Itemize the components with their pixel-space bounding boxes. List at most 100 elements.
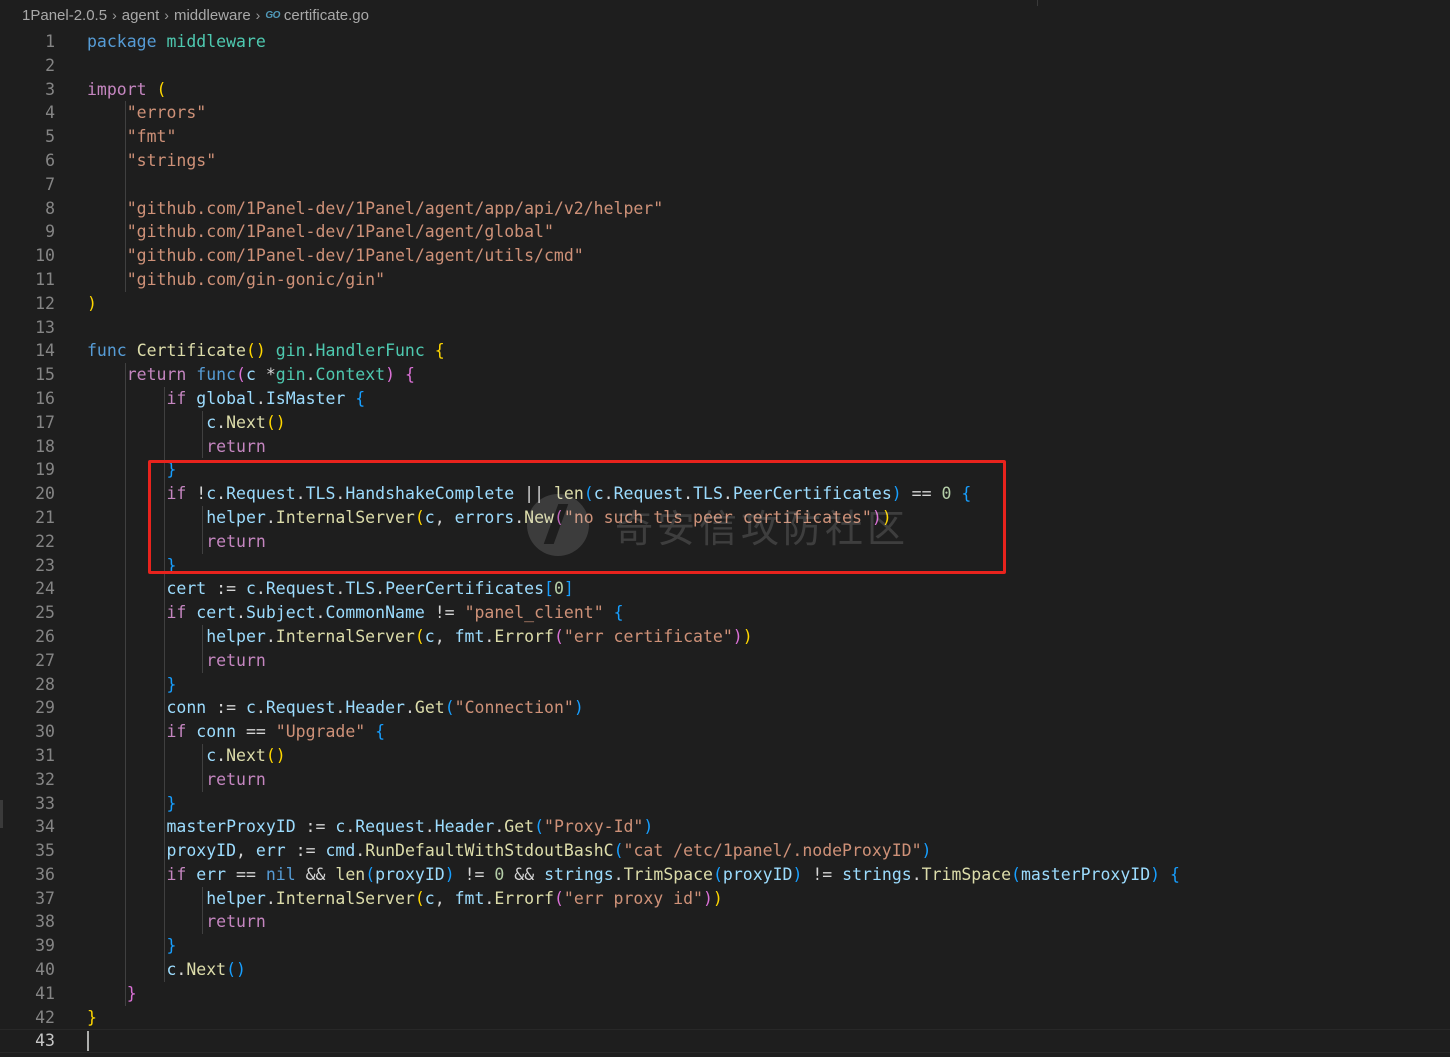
- code-line[interactable]: 24 cert := c.Request.TLS.PeerCertificate…: [0, 577, 1450, 601]
- line-number[interactable]: 41: [0, 982, 55, 1006]
- code-line[interactable]: 9 "github.com/1Panel-dev/1Panel/agent/gl…: [0, 220, 1450, 244]
- code-line[interactable]: 3 import (: [0, 78, 1450, 102]
- code-line[interactable]: 12): [0, 292, 1450, 316]
- code-line[interactable]: 34 masterProxyID := c.Request.Header.Get…: [0, 815, 1450, 839]
- line-number[interactable]: 43: [0, 1029, 55, 1053]
- line-number[interactable]: 8: [0, 197, 55, 221]
- code-line[interactable]: 36 if err == nil && len(proxyID) != 0 &&…: [0, 863, 1450, 887]
- code-line[interactable]: 39 }: [0, 934, 1450, 958]
- code-line[interactable]: 32 return: [0, 768, 1450, 792]
- code-line[interactable]: 33 }: [0, 792, 1450, 816]
- code-line[interactable]: 38 return: [0, 910, 1450, 934]
- code-line[interactable]: 19 }: [0, 458, 1450, 482]
- code-line[interactable]: 23 }: [0, 554, 1450, 578]
- line-number[interactable]: 36: [0, 863, 55, 887]
- code-line[interactable]: 30 if conn == "Upgrade" {: [0, 720, 1450, 744]
- line-number[interactable]: 21: [0, 506, 55, 530]
- code-line[interactable]: 35 proxyID, err := cmd.RunDefaultWithStd…: [0, 839, 1450, 863]
- code-line[interactable]: 8 "github.com/1Panel-dev/1Panel/agent/ap…: [0, 197, 1450, 221]
- code-editor[interactable]: 1Panel-2.0.5 › agent › middleware › GO c…: [0, 0, 1450, 1057]
- code-token: errors: [454, 507, 515, 527]
- code-token: Certificate: [136, 341, 246, 361]
- code-line[interactable]: 26 helper.InternalServer(c, fmt.Errorf("…: [0, 625, 1450, 649]
- line-number[interactable]: 19: [0, 458, 55, 482]
- line-number[interactable]: 20: [0, 482, 55, 506]
- line-number[interactable]: 11: [0, 268, 55, 292]
- code-line[interactable]: 29 conn := c.Request.Header.Get("Connect…: [0, 696, 1450, 720]
- code-line[interactable]: 14 func Certificate() gin.HandlerFunc {: [0, 339, 1450, 363]
- code-line[interactable]: 1 package middleware: [0, 30, 1450, 54]
- line-number[interactable]: 25: [0, 601, 55, 625]
- code-line[interactable]: 20 if !c.Request.TLS.HandshakeComplete |…: [0, 482, 1450, 506]
- line-number[interactable]: 7: [0, 173, 55, 197]
- code-line[interactable]: 5 "fmt": [0, 125, 1450, 149]
- code-line[interactable]: 7: [0, 173, 1450, 197]
- code-line[interactable]: 40 c.Next(): [0, 958, 1450, 982]
- line-number[interactable]: 15: [0, 363, 55, 387]
- code-line[interactable]: 6 "strings": [0, 149, 1450, 173]
- code-token: ==: [901, 484, 942, 504]
- line-number[interactable]: 17: [0, 411, 55, 435]
- line-number[interactable]: 42: [0, 1006, 55, 1030]
- code-line[interactable]: 2: [0, 54, 1450, 78]
- code-line[interactable]: 4 "errors": [0, 101, 1450, 125]
- line-number[interactable]: 32: [0, 768, 55, 792]
- line-number[interactable]: 23: [0, 554, 55, 578]
- code-line[interactable]: 43: [0, 1029, 1450, 1054]
- code-line[interactable]: 25 if cert.Subject.CommonName != "panel_…: [0, 601, 1450, 625]
- line-number[interactable]: 4: [0, 101, 55, 125]
- code-line[interactable]: 37 helper.InternalServer(c, fmt.Errorf("…: [0, 887, 1450, 911]
- code-line[interactable]: 28 }: [0, 673, 1450, 697]
- line-number[interactable]: 10: [0, 244, 55, 268]
- code-line[interactable]: 11 "github.com/gin-gonic/gin": [0, 268, 1450, 292]
- line-number[interactable]: 29: [0, 696, 55, 720]
- line-number[interactable]: 16: [0, 387, 55, 411]
- code-line[interactable]: 18 return: [0, 435, 1450, 459]
- code-line[interactable]: 22 return: [0, 530, 1450, 554]
- breadcrumb-root[interactable]: 1Panel-2.0.5: [22, 7, 107, 24]
- line-number[interactable]: 40: [0, 958, 55, 982]
- code-line[interactable]: 15 return func(c *gin.Context) {: [0, 363, 1450, 387]
- line-number[interactable]: 34: [0, 815, 55, 839]
- line-number[interactable]: 2: [0, 54, 55, 78]
- line-number[interactable]: 1: [0, 30, 55, 54]
- breadcrumb-folder-middleware[interactable]: middleware: [174, 7, 251, 24]
- line-number[interactable]: 38: [0, 910, 55, 934]
- breadcrumb-folder-agent[interactable]: agent: [122, 7, 160, 24]
- line-content: if err == nil && len(proxyID) != 0 && st…: [87, 863, 1179, 887]
- line-number[interactable]: 37: [0, 887, 55, 911]
- line-number[interactable]: 18: [0, 435, 55, 459]
- line-number[interactable]: 24: [0, 577, 55, 601]
- line-number[interactable]: 35: [0, 839, 55, 863]
- line-number[interactable]: 3: [0, 78, 55, 102]
- line-number[interactable]: 12: [0, 292, 55, 316]
- chevron-right-icon: ›: [164, 7, 169, 23]
- code-line[interactable]: 16 if global.IsMaster {: [0, 387, 1450, 411]
- line-number[interactable]: 27: [0, 649, 55, 673]
- code-line[interactable]: 17 c.Next(): [0, 411, 1450, 435]
- code-token: .: [216, 745, 227, 765]
- code-area[interactable]: 1 package middleware 2 3 import (4 "errors" 5…: [0, 30, 1450, 1054]
- line-number[interactable]: 6: [0, 149, 55, 173]
- code-token: "err proxy id": [563, 888, 703, 908]
- line-number[interactable]: 39: [0, 934, 55, 958]
- line-number[interactable]: 22: [0, 530, 55, 554]
- line-number[interactable]: 33: [0, 792, 55, 816]
- code-line[interactable]: 13: [0, 316, 1450, 340]
- line-number[interactable]: 14: [0, 339, 55, 363]
- line-number[interactable]: 31: [0, 744, 55, 768]
- code-token: [: [544, 579, 554, 599]
- code-line[interactable]: 31 c.Next(): [0, 744, 1450, 768]
- code-line[interactable]: 21 helper.InternalServer(c, errors.New("…: [0, 506, 1450, 530]
- line-number[interactable]: 13: [0, 316, 55, 340]
- code-line[interactable]: 42}: [0, 1006, 1450, 1030]
- line-number[interactable]: 30: [0, 720, 55, 744]
- line-number[interactable]: 9: [0, 220, 55, 244]
- line-number[interactable]: 26: [0, 625, 55, 649]
- breadcrumb-file[interactable]: certificate.go: [284, 7, 369, 24]
- line-number[interactable]: 5: [0, 125, 55, 149]
- code-line[interactable]: 41 }: [0, 982, 1450, 1006]
- line-number[interactable]: 28: [0, 673, 55, 697]
- code-line[interactable]: 10 "github.com/1Panel-dev/1Panel/agent/u…: [0, 244, 1450, 268]
- code-line[interactable]: 27 return: [0, 649, 1450, 673]
